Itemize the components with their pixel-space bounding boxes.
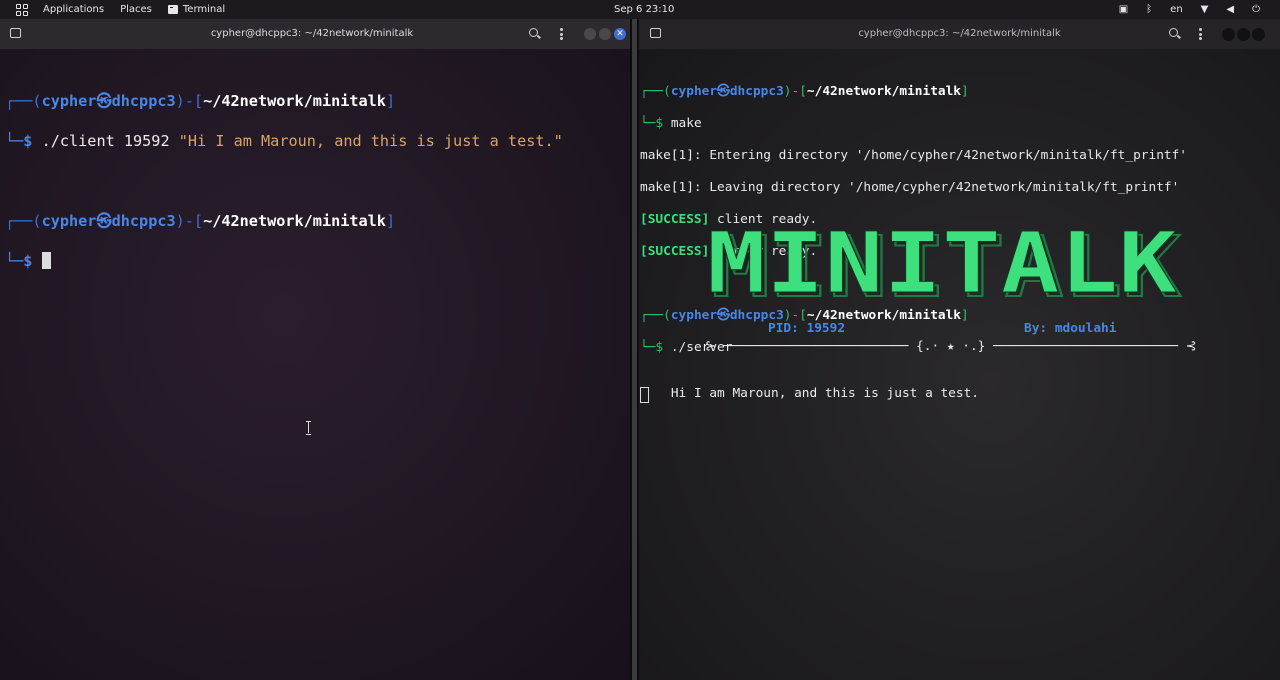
right-terminal-titlebar[interactable]: cypher@dhcppc3: ~/42network/minitalk xyxy=(639,19,1280,49)
left-terminal-titlebar[interactable]: cypher@dhcppc3: ~/42network/minitalk ✕ xyxy=(0,19,630,49)
command-line: └─$ ./client 19592 "Hi I am Maroun, and … xyxy=(5,132,563,150)
search-icon[interactable] xyxy=(529,28,538,37)
prompt-header: ┌──(cypher㉿dhcppc3)-[~/42network/minital… xyxy=(5,212,396,230)
apps-grid-icon[interactable] xyxy=(16,3,28,16)
left-terminal-window[interactable]: cypher@dhcppc3: ~/42network/minitalk ✕ ┌… xyxy=(0,19,630,680)
output-line: make[1]: Entering directory '/home/cyphe… xyxy=(640,148,1188,163)
volume-icon[interactable]: ◀ xyxy=(1226,4,1234,15)
system-top-bar: Applications Places Terminal Sep 6 23:10… xyxy=(0,0,1280,19)
terminal-cursor xyxy=(640,387,649,403)
text-cursor-icon xyxy=(306,421,311,435)
terminal-cursor xyxy=(41,252,51,269)
svg-text:MINITALK: MINITALK xyxy=(707,224,1177,304)
pid-label: PID: 19592 xyxy=(768,321,846,336)
minitalk-ascii-banner: MINITALK MINITALK xyxy=(705,214,1185,318)
right-terminal-window[interactable]: cypher@dhcppc3: ~/42network/minitalk ┌──… xyxy=(639,19,1280,680)
terminal-icon xyxy=(167,5,178,14)
maximize-button[interactable] xyxy=(599,28,611,40)
system-tray: ▣ ᛒ en ▼ ◀ ⏻ xyxy=(1119,0,1260,19)
bluetooth-icon[interactable]: ᛒ xyxy=(1146,4,1152,15)
wifi-icon[interactable]: ▼ xyxy=(1201,4,1209,15)
prompt-header: ┌──(cypher㉿dhcppc3)-[~/42network/minital… xyxy=(640,84,969,99)
applications-menu[interactable]: Applications xyxy=(43,4,104,15)
language-indicator[interactable]: en xyxy=(1170,4,1183,15)
clock[interactable]: Sep 6 23:10 xyxy=(614,4,674,15)
left-terminal-output[interactable]: ┌──(cypher㉿dhcppc3)-[~/42network/minital… xyxy=(5,71,563,311)
kebab-menu-icon[interactable] xyxy=(1199,28,1202,40)
author-label: By: mdoulahi xyxy=(1024,321,1117,336)
close-button[interactable]: ✕ xyxy=(614,28,626,40)
maximize-button[interactable] xyxy=(1237,28,1250,41)
places-menu[interactable]: Places xyxy=(120,4,152,15)
terminal-app-label: Terminal xyxy=(182,4,226,15)
command-line: └─$ make xyxy=(640,116,702,131)
minimize-button[interactable] xyxy=(1222,28,1235,41)
kebab-menu-icon[interactable] xyxy=(560,28,563,40)
minimize-button[interactable] xyxy=(584,28,596,40)
prompt-header: ┌──(cypher㉿dhcppc3)-[~/42network/minital… xyxy=(5,92,396,110)
decorative-separator: ⊱ ──────────────────────── {.⋅ ★ ⋅.} ───… xyxy=(705,339,1197,354)
terminal-app-menu[interactable]: Terminal xyxy=(167,4,226,15)
right-window-title: cypher@dhcppc3: ~/42network/minitalk xyxy=(858,28,1061,39)
screen-record-icon[interactable]: ▣ xyxy=(1119,4,1128,15)
command-line: └─$ xyxy=(5,251,563,271)
pane-divider[interactable] xyxy=(630,19,639,680)
output-line: make[1]: Leaving directory '/home/cypher… xyxy=(640,180,1180,195)
search-icon[interactable] xyxy=(1169,28,1178,37)
power-icon[interactable]: ⏻ xyxy=(1252,4,1260,15)
close-button[interactable] xyxy=(1252,28,1265,41)
received-message: Hi I am Maroun, and this is just a test. xyxy=(640,370,979,434)
